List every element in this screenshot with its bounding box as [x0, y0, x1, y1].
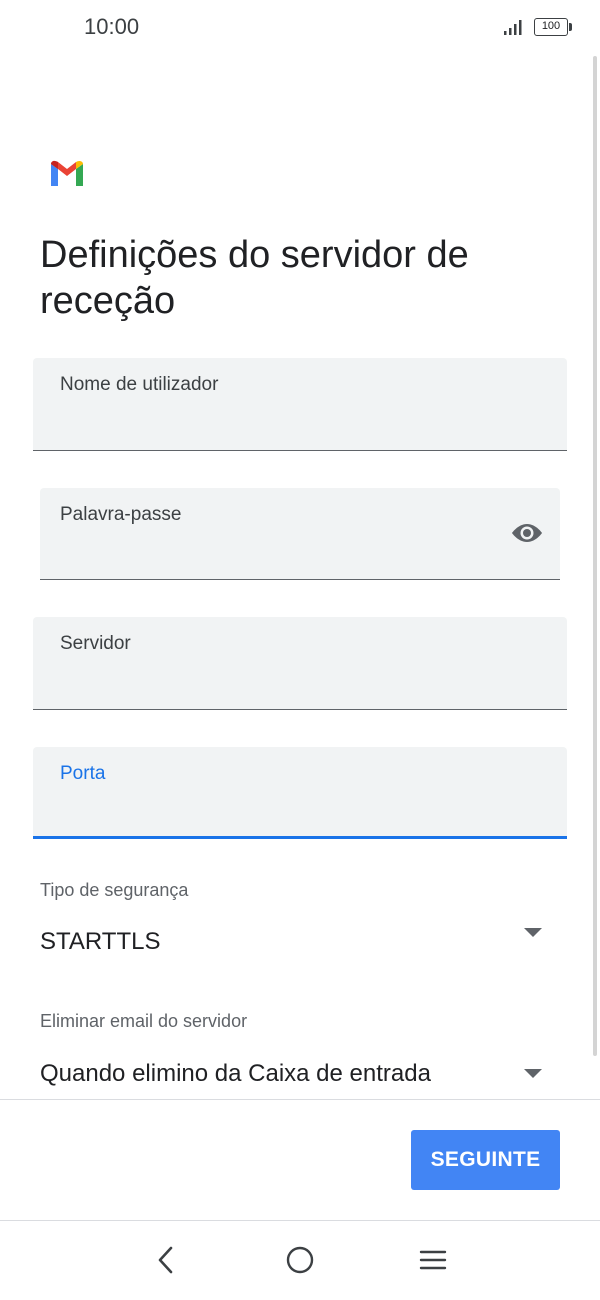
battery-cap	[569, 23, 572, 31]
delete-email-select[interactable]: Quando elimino da Caixa de entrada	[40, 1060, 431, 1088]
next-button[interactable]: SEGUINTE	[411, 1130, 560, 1190]
page-title: Definições do servidor de receção	[40, 234, 469, 322]
port-field[interactable]: Porta	[33, 747, 567, 839]
menu-lines-icon[interactable]	[417, 1244, 449, 1276]
delete-email-label: Eliminar email do servidor	[40, 1011, 248, 1031]
back-chevron-icon[interactable]	[151, 1244, 183, 1276]
divider	[0, 1220, 600, 1221]
security-type-label: Tipo de segurança	[40, 880, 189, 900]
password-field[interactable]: Palavra-passe	[40, 488, 560, 580]
server-field[interactable]: Servidor	[33, 617, 567, 710]
security-type-select[interactable]: STARTTLS	[40, 928, 160, 956]
status-bar: 10:00 100	[0, 0, 600, 56]
signal-bars-icon	[504, 20, 522, 35]
server-label: Servidor	[60, 633, 131, 654]
home-circle-icon[interactable]	[284, 1244, 316, 1276]
chevron-down-icon[interactable]	[524, 928, 542, 937]
username-field[interactable]: Nome de utilizador	[33, 358, 567, 451]
username-label: Nome de utilizador	[60, 374, 219, 395]
chevron-down-icon[interactable]	[524, 1069, 542, 1078]
eye-icon[interactable]	[508, 518, 546, 548]
status-time: 10:00	[84, 14, 140, 39]
port-label: Porta	[60, 763, 106, 784]
scrollbar[interactable]	[593, 56, 597, 1056]
gmail-logo-icon	[51, 160, 83, 186]
system-nav-bar	[0, 1222, 600, 1300]
password-label: Palavra-passe	[60, 504, 182, 525]
divider	[0, 1099, 600, 1100]
battery-indicator: 100	[534, 18, 568, 36]
